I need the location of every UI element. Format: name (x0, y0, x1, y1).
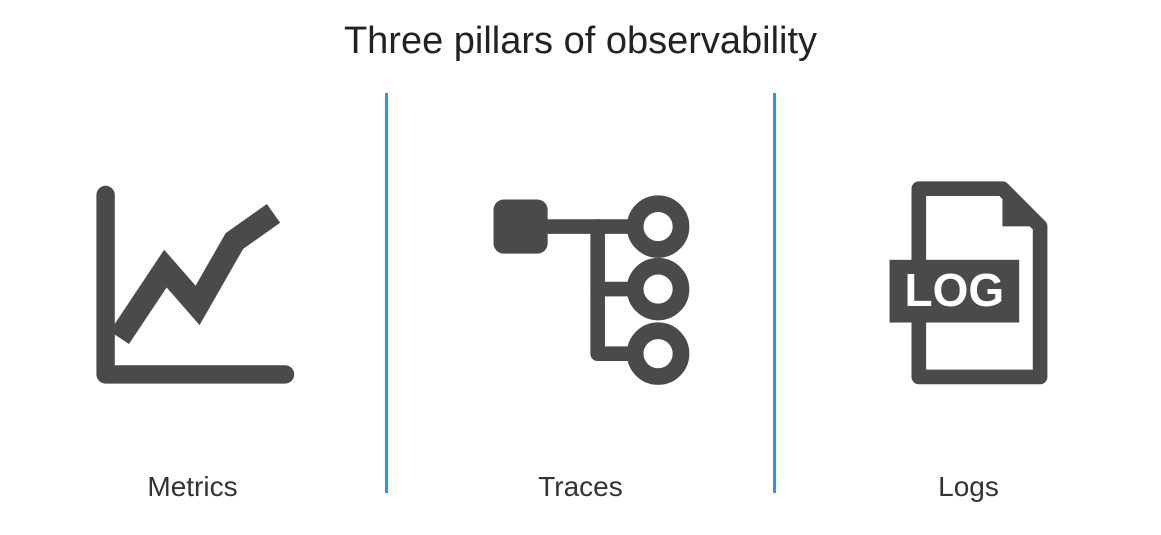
logs-icon-wrapper: LOG (859, 123, 1079, 451)
metrics-icon-wrapper (78, 123, 308, 451)
pillar-logs: LOG Logs (776, 93, 1161, 513)
traces-tree-icon (456, 172, 706, 402)
svg-text:LOG: LOG (904, 264, 1004, 316)
pillar-traces: Traces (388, 93, 773, 513)
pillars-container: Metrics Traces (0, 93, 1161, 513)
pillar-logs-label: Logs (938, 471, 999, 503)
pillar-metrics: Metrics (0, 93, 385, 513)
metrics-chart-icon (78, 172, 308, 402)
diagram-title: Three pillars of observability (344, 20, 817, 63)
traces-icon-wrapper (456, 123, 706, 451)
pillar-traces-label: Traces (538, 471, 623, 503)
logs-file-icon: LOG (859, 172, 1079, 402)
pillar-metrics-label: Metrics (147, 471, 237, 503)
